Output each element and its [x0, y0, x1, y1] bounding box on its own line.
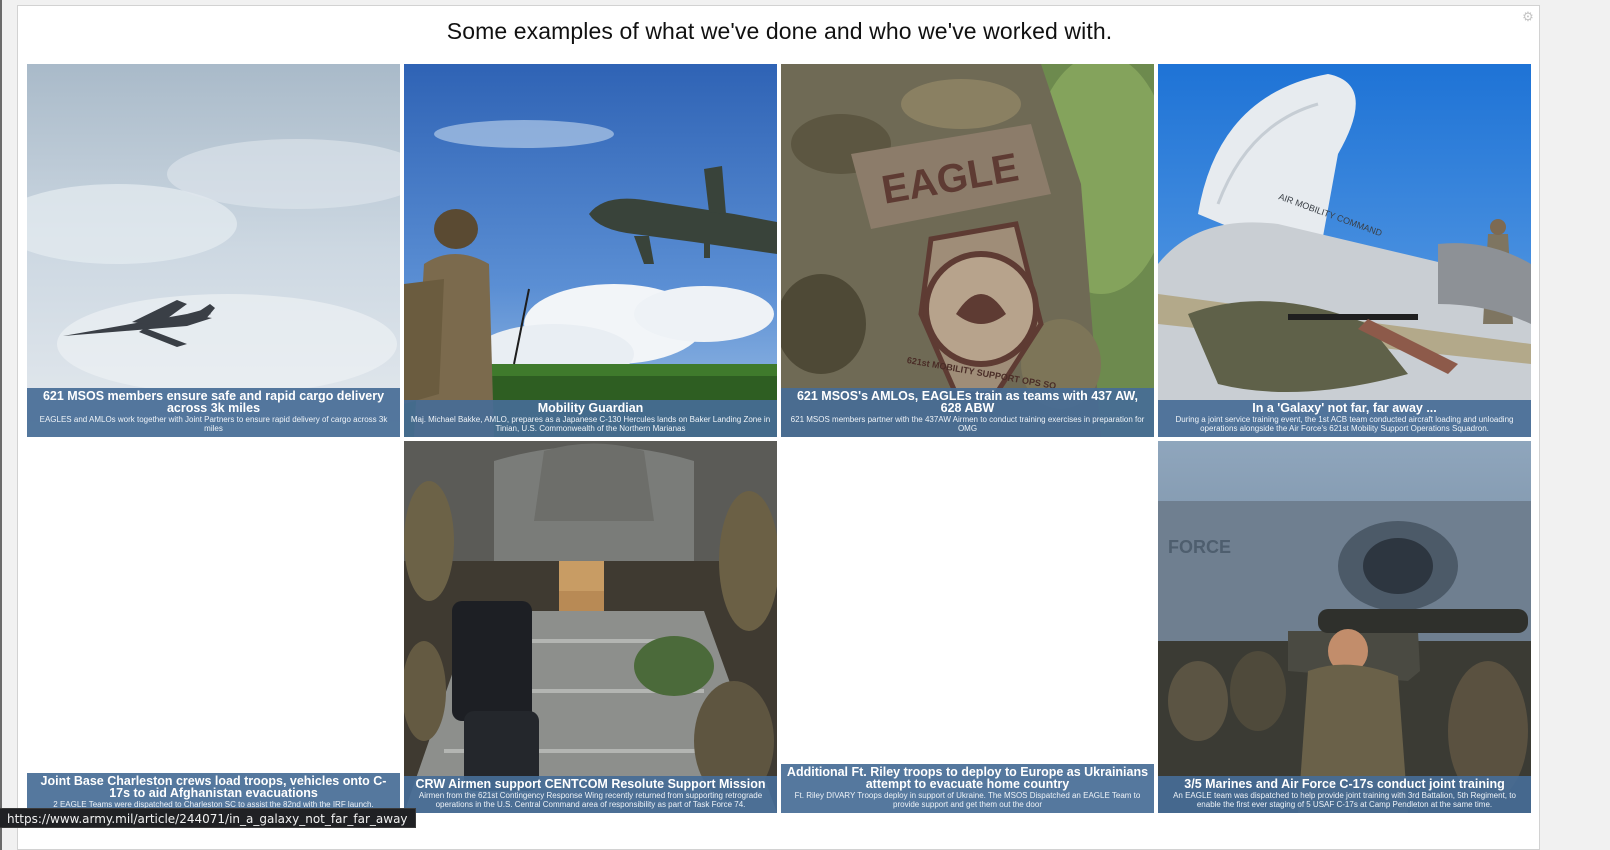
- card-description: Airmen from the 621st Contingency Respon…: [418, 791, 763, 809]
- card-photo-placeholder: [781, 441, 1154, 813]
- card-title: CRW Airmen support CENTCOM Resolute Supp…: [415, 777, 766, 791]
- gallery-grid: 621 MSOS members ensure safe and rapid c…: [27, 64, 1532, 816]
- card-description: EAGLES and AMLOs work together with Join…: [39, 415, 388, 433]
- card-caption: Mobility Guardian Maj. Michael Bakke, AM…: [404, 400, 777, 437]
- card-caption: Joint Base Charleston crews load troops,…: [27, 772, 400, 813]
- card-photo-eagle-patch: EAGLE 621st MOBILITY SUPPORT OPS SQ: [781, 64, 1154, 437]
- card-caption: 621 MSOS members ensure safe and rapid c…: [27, 388, 400, 437]
- gallery-card[interactable]: EAGLE 621st MOBILITY SUPPORT OPS SQ 621 …: [781, 64, 1154, 437]
- status-bar-link-preview: https://www.army.mil/article/244071/in_a…: [0, 808, 416, 828]
- card-description: During a joint service training event, t…: [1175, 415, 1514, 433]
- card-title: Mobility Guardian: [537, 401, 644, 415]
- card-caption: Additional Ft. Riley troops to deploy to…: [781, 764, 1154, 813]
- card-photo-marines-c17: FORCE: [1158, 441, 1531, 813]
- card-description: Ft. Riley DIVARY Troops deploy in suppor…: [794, 791, 1141, 809]
- card-description: 621 MSOS members partner with the 437AW …: [790, 415, 1145, 433]
- card-caption: In a 'Galaxy' not far, far away ... Duri…: [1158, 400, 1531, 437]
- gear-icon[interactable]: ⚙: [1521, 10, 1535, 24]
- gallery-card[interactable]: Mobility Guardian Maj. Michael Bakke, AM…: [404, 64, 777, 437]
- card-title: In a 'Galaxy' not far, far away ...: [1252, 401, 1437, 415]
- gallery-card[interactable]: AIR MOBILITY COMMAND In a 'Galaxy' not f…: [1158, 64, 1531, 437]
- gallery-card[interactable]: FORCE 3/5 Marines and Air Force C-17s co…: [1158, 441, 1531, 813]
- card-title: 3/5 Marines and Air Force C-17s conduct …: [1184, 777, 1505, 791]
- card-title: Joint Base Charleston crews load troops,…: [40, 773, 387, 800]
- gallery-card[interactable]: 621 MSOS members ensure safe and rapid c…: [27, 64, 400, 437]
- card-photo-cargo-bay: [404, 441, 777, 813]
- card-caption: 621 MSOS's AMLOs, EAGLEs train as teams …: [781, 388, 1154, 437]
- gallery-card[interactable]: Joint Base Charleston crews load troops,…: [27, 441, 400, 813]
- card-photo-c130-landing: [404, 64, 777, 437]
- card-title: 621 MSOS members ensure safe and rapid c…: [42, 389, 385, 415]
- card-photo-c17-in-flight: [27, 64, 400, 437]
- card-description: Maj. Michael Bakke, AMLO, prepares as a …: [410, 415, 771, 433]
- card-description: An EAGLE team was dispatched to help pro…: [1173, 791, 1516, 809]
- gallery-card[interactable]: Additional Ft. Riley troops to deploy to…: [781, 441, 1154, 813]
- card-title: 621 MSOS's AMLOs, EAGLEs train as teams …: [796, 389, 1139, 415]
- card-caption: CRW Airmen support CENTCOM Resolute Supp…: [404, 776, 777, 813]
- card-title: Additional Ft. Riley troops to deploy to…: [786, 765, 1149, 791]
- card-photo-placeholder: [27, 441, 400, 813]
- gallery-card[interactable]: CRW Airmen support CENTCOM Resolute Supp…: [404, 441, 777, 813]
- fuselage-text: FORCE: [1168, 537, 1231, 557]
- page-title: Some examples of what we've done and who…: [446, 18, 1113, 44]
- card-photo-c5-galaxy: AIR MOBILITY COMMAND: [1158, 64, 1531, 437]
- window-left-edge: [0, 0, 2, 850]
- card-caption: 3/5 Marines and Air Force C-17s conduct …: [1158, 776, 1531, 813]
